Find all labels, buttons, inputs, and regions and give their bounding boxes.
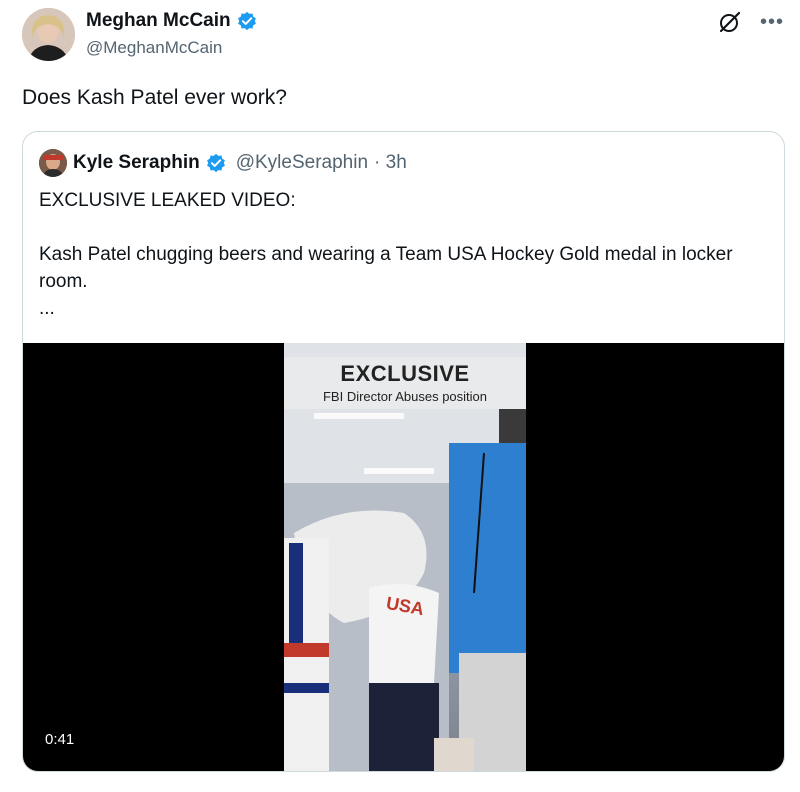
quoted-tweet-time[interactable]: · 3h — [374, 152, 407, 174]
quoted-tweet-header: Kyle Seraphin @KyleSeraphin · 3h — [39, 149, 407, 177]
verified-badge-icon — [206, 153, 225, 173]
video-frame: EXCLUSIVE FBI Director Abuses position U… — [284, 343, 526, 771]
quoted-tweet[interactable]: Kyle Seraphin @KyleSeraphin · 3h EXCLUSI… — [22, 131, 785, 772]
video-banner: EXCLUSIVE FBI Director Abuses position — [284, 357, 526, 409]
tweet-text: Does Kash Patel ever work? — [22, 86, 287, 109]
verified-badge-icon — [237, 11, 256, 31]
video-banner-subtitle: FBI Director Abuses position — [322, 389, 488, 404]
video-duration: 0:41 — [37, 728, 83, 751]
more-options-icon[interactable]: ••• — [760, 12, 784, 32]
author-handle[interactable]: @MeghanMcCain — [86, 38, 222, 58]
quoted-author-handle[interactable]: @KyleSeraphin — [236, 152, 368, 174]
video-banner-title: EXCLUSIVE — [340, 361, 470, 386]
author-name-row: Meghan McCain — [86, 10, 257, 32]
author-avatar[interactable] — [22, 8, 75, 61]
tweet-actions-top: ••• — [718, 10, 784, 34]
quoted-author-name[interactable]: Kyle Seraphin — [73, 152, 200, 174]
quoted-author-avatar[interactable] — [39, 149, 67, 177]
grok-icon[interactable] — [718, 10, 742, 34]
video-player[interactable]: EXCLUSIVE FBI Director Abuses position U… — [23, 343, 784, 771]
quoted-tweet-text: EXCLUSIVE LEAKED VIDEO: Kash Patel chugg… — [39, 190, 733, 319]
author-name[interactable]: Meghan McCain — [86, 10, 231, 32]
